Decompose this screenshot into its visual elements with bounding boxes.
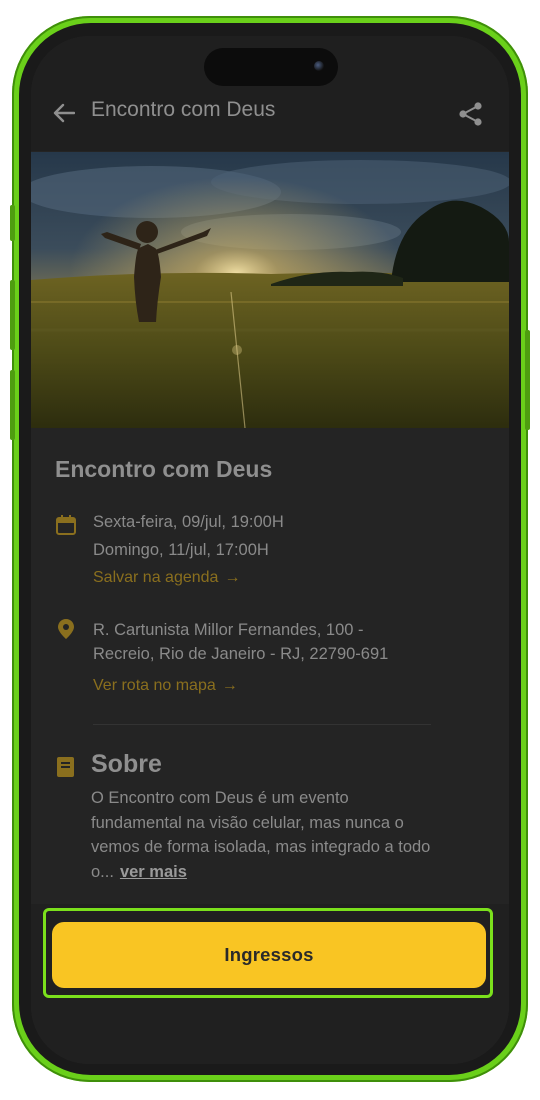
book-icon bbox=[57, 757, 74, 777]
arrow-right-icon: → bbox=[221, 677, 238, 694]
phone-side-button bbox=[10, 280, 15, 350]
location-pin-icon bbox=[58, 619, 74, 639]
event-date-line: Domingo, 11/jul, 17:00H bbox=[93, 541, 269, 559]
dynamic-island bbox=[204, 48, 338, 86]
calendar-icon bbox=[56, 515, 76, 535]
about-description: O Encontro com Deus é um evento fundamen… bbox=[91, 786, 431, 884]
event-address-line: Recreio, Rio de Janeiro - RJ, 22790-691 bbox=[93, 645, 389, 663]
event-date-line: Sexta-feira, 09/jul, 19:00H bbox=[93, 513, 284, 531]
save-to-calendar-label: Salvar na agenda bbox=[93, 569, 219, 586]
tickets-button[interactable]: Ingressos bbox=[52, 922, 486, 988]
camera-icon bbox=[314, 61, 324, 71]
phone-side-button bbox=[10, 205, 15, 241]
save-to-calendar-link[interactable]: Salvar na agenda → bbox=[93, 569, 240, 587]
see-more-link[interactable]: ver mais bbox=[120, 863, 187, 881]
phone-side-button bbox=[10, 370, 15, 440]
view-route-label: Ver rota no mapa bbox=[93, 677, 216, 694]
about-heading: Sobre bbox=[91, 750, 162, 778]
view-route-link[interactable]: Ver rota no mapa → bbox=[93, 677, 238, 695]
share-icon bbox=[459, 102, 482, 126]
arrow-right-icon: → bbox=[224, 569, 241, 586]
arrow-left-icon bbox=[53, 103, 75, 123]
share-button[interactable] bbox=[457, 100, 485, 128]
phone-side-button bbox=[525, 330, 530, 430]
header-title: Encontro com Deus bbox=[91, 98, 276, 121]
divider bbox=[93, 724, 431, 725]
back-button[interactable] bbox=[51, 100, 77, 126]
hero-image bbox=[31, 152, 509, 428]
event-title: Encontro com Deus bbox=[55, 456, 273, 482]
